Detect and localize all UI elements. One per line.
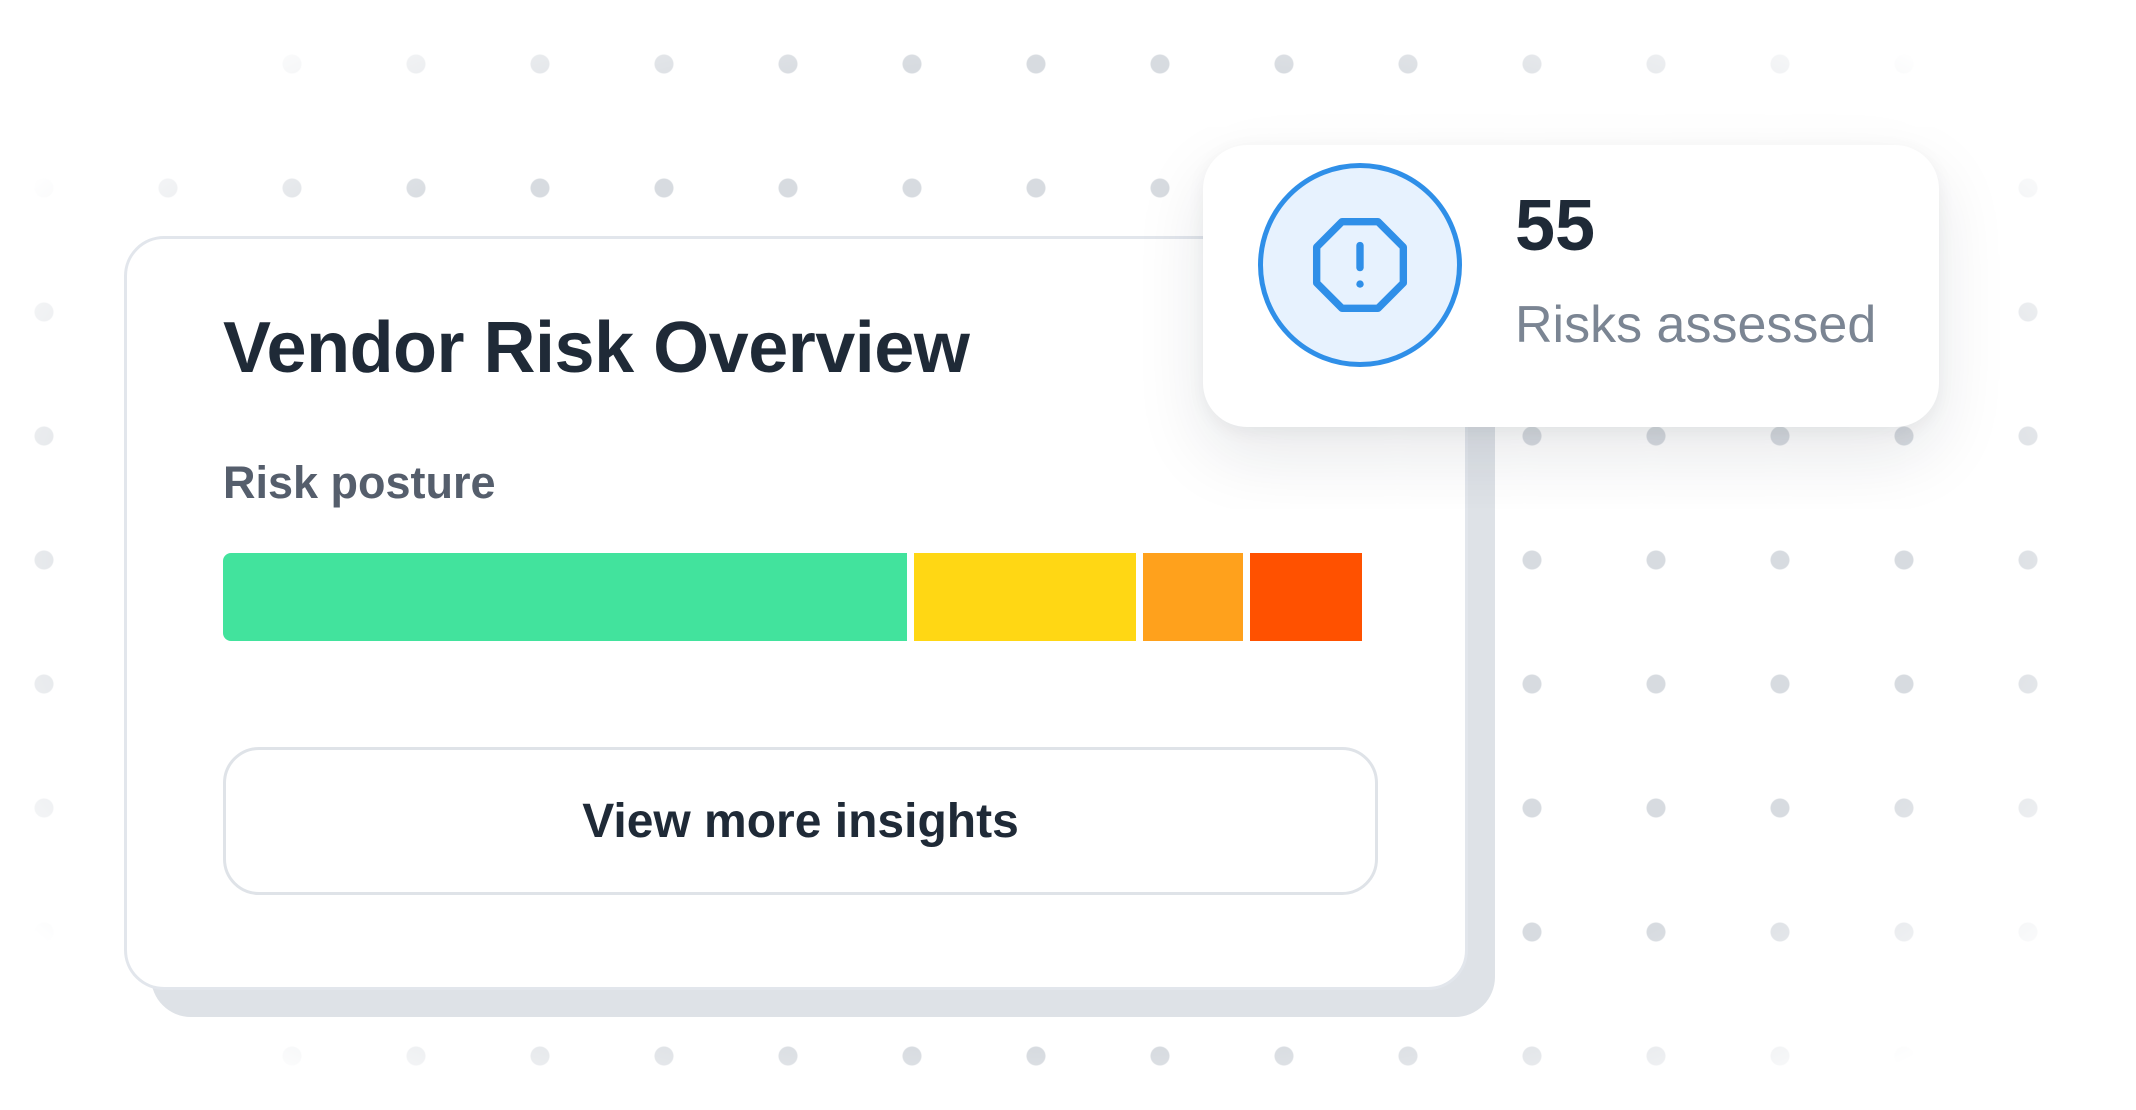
posture-segment-high [1143, 553, 1243, 641]
risk-posture-bar [223, 553, 1378, 641]
view-more-insights-button[interactable]: View more insights [223, 747, 1378, 895]
posture-segment-low [223, 553, 907, 641]
alert-octagon-icon [1258, 163, 1462, 367]
card-title: Vendor Risk Overview [223, 308, 970, 388]
risks-assessed-card: 55 Risks assessed [1203, 145, 1939, 427]
risks-assessed-label: Risks assessed [1515, 296, 1877, 354]
posture-segment-medium [913, 553, 1137, 641]
risk-posture-label: Risk posture [223, 457, 496, 508]
posture-segment-critical [1249, 553, 1363, 641]
risks-assessed-count: 55 [1515, 186, 1596, 266]
